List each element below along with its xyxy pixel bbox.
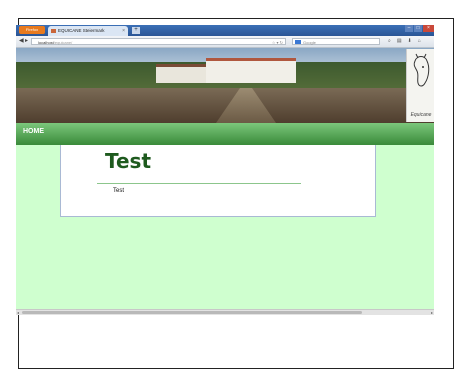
header-banner-image [16,48,434,123]
page-body-text: Test [113,188,125,194]
firefox-menu-button[interactable]: Firefox [19,26,45,34]
minimize-icon[interactable]: – [405,25,413,32]
tab-bar: Firefox EQUICANE Steiermark × + – □ × [16,25,434,36]
favicon-icon [51,29,56,33]
scroll-right-icon[interactable]: ▸ [431,310,433,315]
forward-arrow-icon[interactable]: ▸ [25,38,28,45]
horizontal-scrollbar[interactable]: ◂ ▸ [16,309,434,315]
search-placeholder: Google [303,40,316,45]
window-controls: – □ × [404,25,434,33]
search-engine-icon[interactable] [295,40,301,44]
url-bar[interactable]: localhost/equicane/ ☆ ▾ ↻ [31,38,286,45]
reload-icon[interactable]: ☆ ▾ ↻ [272,39,283,46]
new-tab-button[interactable]: + [132,27,140,34]
bookmarks-icon[interactable]: ▤ [397,38,402,44]
tab-title: EQUICANE Steiermark [58,28,105,33]
tab-active[interactable]: EQUICANE Steiermark × [48,26,128,36]
maximize-icon[interactable]: □ [414,25,422,32]
download-icon[interactable]: ⬇ [408,38,412,44]
site-menu-bar: HOME [16,123,434,145]
navigation-toolbar: ◀ ▸ localhost/equicane/ ☆ ▾ ↻ Google ⌕ ▤… [16,36,434,48]
toolbar-icons: ⌕ ▤ ⬇ ⌂ [388,38,421,44]
banner-barn [156,64,206,83]
banner-house [206,58,296,83]
close-tab-icon[interactable]: × [122,26,125,36]
page-title: Test [105,149,152,173]
url-path: /equicane/ [53,40,73,45]
title-divider [97,183,301,184]
back-arrow-icon[interactable]: ◀ [19,38,24,45]
home-icon[interactable]: ⌂ [418,38,421,44]
logo-text: Equicane [410,112,432,118]
scroll-left-icon[interactable]: ◂ [17,310,19,315]
browser-window: Firefox EQUICANE Steiermark × + – □ × ◀ … [16,25,434,315]
search-icon[interactable]: ⌕ [388,38,391,44]
site-logo[interactable]: Equicane [406,49,434,122]
scrollbar-thumb[interactable] [22,311,362,314]
content-panel: Test Test [60,145,376,217]
close-window-icon[interactable]: × [423,25,434,32]
menu-item-home[interactable]: HOME [23,128,44,136]
url-host: localhost [38,40,54,45]
horse-logo-icon [413,53,430,87]
search-input[interactable]: Google [292,38,380,45]
